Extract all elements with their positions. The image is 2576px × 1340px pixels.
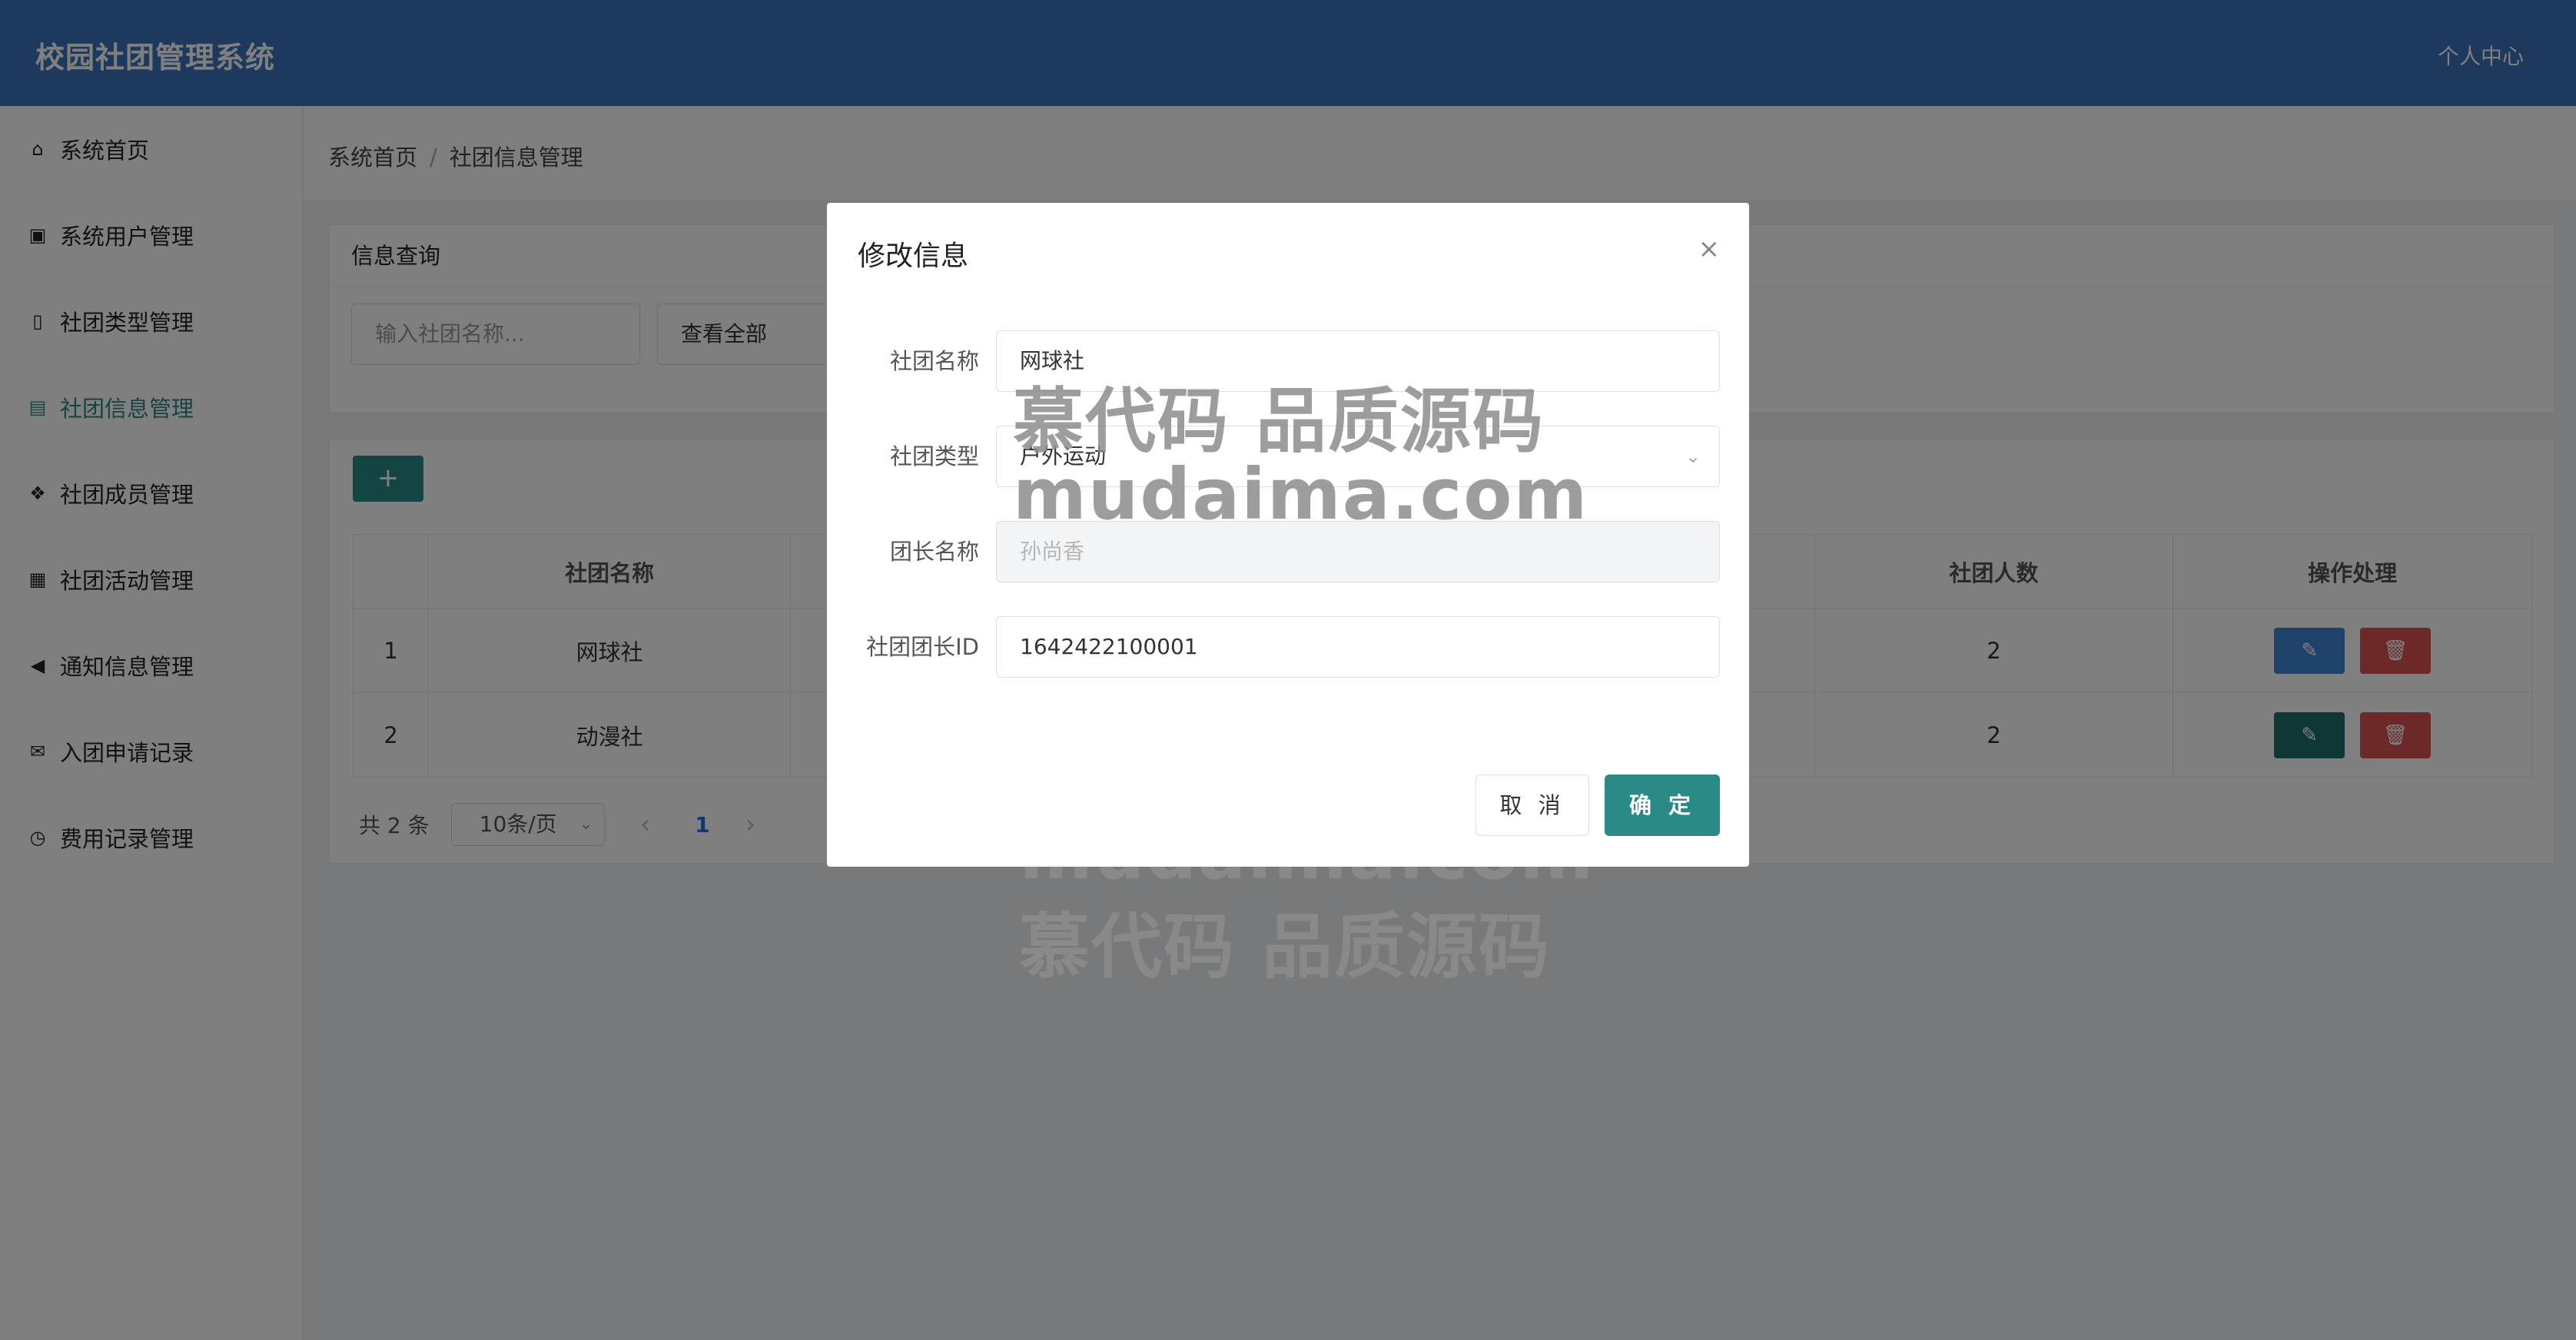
- leader-id-label: 社团团长ID: [866, 634, 979, 660]
- confirm-button[interactable]: 确 定: [1605, 774, 1720, 836]
- form-row-leader-id: 社团团长ID 1642422100001: [827, 616, 1749, 678]
- close-icon[interactable]: ×: [1698, 234, 1721, 264]
- watermark-upper-cn: 慕代码 品质源码: [1013, 380, 1545, 463]
- club-name-label: 社团名称: [889, 348, 979, 374]
- watermark-upper-en: mudaima.com: [1013, 453, 1589, 536]
- club-type-label: 社团类型: [889, 443, 979, 469]
- dialog-title: 修改信息: [858, 240, 969, 272]
- chevron-down-icon: ⌄: [1685, 446, 1701, 467]
- leader-id-field[interactable]: 1642422100001: [996, 616, 1720, 678]
- watermark-lower-cn: 慕代码 品质源码: [1019, 906, 1552, 988]
- leader-name-label: 团长名称: [889, 539, 979, 565]
- cancel-button[interactable]: 取 消: [1476, 774, 1589, 836]
